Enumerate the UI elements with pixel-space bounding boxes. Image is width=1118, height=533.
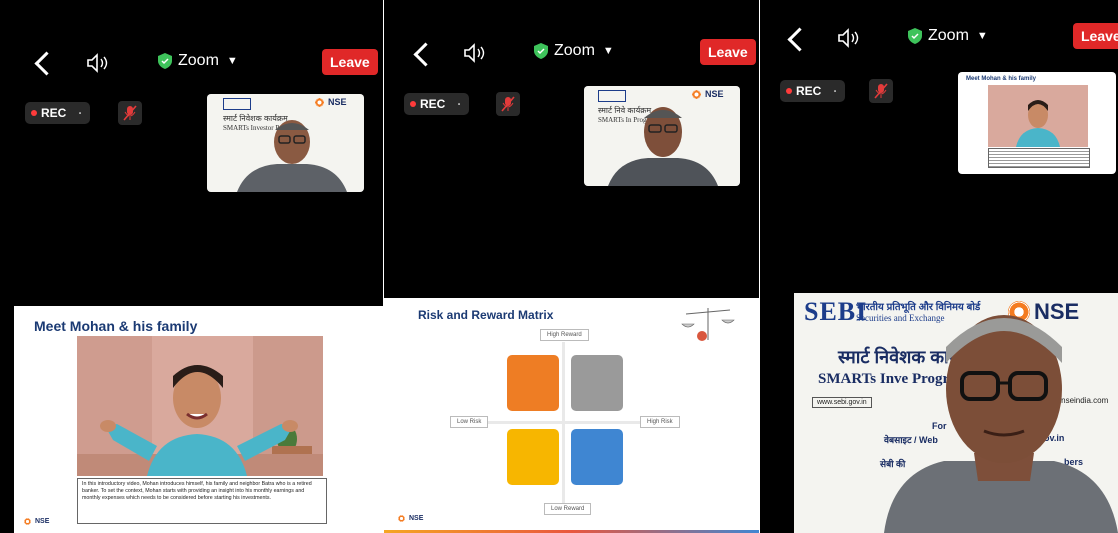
meeting-title-label: Zoom — [928, 27, 969, 44]
presenter-person — [237, 120, 347, 192]
slide-nse-label: NSE — [409, 515, 424, 522]
quadrant-low-risk-low-reward — [507, 429, 559, 485]
shield-icon — [908, 28, 922, 44]
shared-slide: Meet Mohan & his family In this introduc… — [14, 306, 383, 533]
rec-badge[interactable]: REC · — [780, 80, 846, 102]
matrix-horizontal-axis — [474, 421, 654, 424]
nse-label: NSE — [705, 89, 724, 99]
mic-muted-icon — [501, 96, 515, 112]
chevron-down-icon: ▼ — [226, 55, 238, 67]
rec-badge[interactable]: REC · — [25, 102, 91, 124]
presenter-person — [608, 107, 718, 186]
meeting-title[interactable]: Zoom ▼ — [534, 42, 614, 60]
high-risk-label: High Risk — [640, 416, 680, 428]
nse-logo-small: NSE — [315, 97, 347, 107]
url-left: www.sebi.gov.in — [812, 397, 872, 408]
back-icon[interactable] — [787, 27, 812, 52]
scale-icon — [681, 308, 735, 341]
rec-dot-icon — [786, 88, 792, 94]
slide-caption: In this introductory video, Mohan introd… — [77, 478, 327, 524]
participant-video-tile[interactable]: NSE स्मार्ट निवेशक कार्यक्रम SMARTs Inve… — [207, 94, 364, 192]
meeting-panel-1: Zoom ▼ Leave REC · NSE स्मार्ट निवेशक का… — [0, 0, 383, 533]
rec-options-icon: · — [78, 106, 83, 120]
low-reward-label: Low Reward — [544, 503, 592, 515]
zoom-toolbar: Zoom ▼ Leave — [760, 8, 1118, 68]
tile-slide-title: Meet Mohan & his family — [966, 76, 1037, 82]
high-reward-label: High Reward — [540, 329, 589, 341]
back-icon[interactable] — [413, 42, 438, 67]
shared-slide: Risk and Reward Matrix High Reward Low R… — [384, 298, 759, 533]
rec-label: REC — [41, 106, 67, 120]
shared-slide-tile[interactable]: Meet Mohan & his family — [958, 72, 1116, 174]
leave-button[interactable]: Leave — [322, 49, 378, 75]
nse-mark-icon — [24, 518, 31, 525]
slide-nse-logo: NSE — [398, 515, 423, 522]
leave-button[interactable]: Leave — [700, 39, 756, 65]
quadrant-high-risk-high-reward — [571, 355, 623, 411]
rec-options-icon: · — [457, 97, 462, 111]
nse-mark-icon — [692, 89, 701, 99]
quadrant-high-risk-low-reward — [571, 429, 623, 485]
speaker-icon[interactable] — [462, 42, 488, 64]
nse-mark-icon — [315, 97, 324, 107]
meeting-title-label: Zoom — [554, 42, 595, 59]
rec-badge[interactable]: REC · — [404, 93, 470, 115]
meeting-panel-2: Zoom ▼ Leave REC · NSE स्मार्ट निवे कार्… — [384, 0, 759, 533]
speaker-icon[interactable] — [85, 52, 111, 74]
low-risk-label: Low Risk — [450, 416, 489, 428]
rec-label: REC — [796, 84, 822, 98]
slide-nse-logo: NSE — [24, 518, 49, 525]
slide-nse-label: NSE — [35, 518, 50, 525]
slide-title: Risk and Reward Matrix — [418, 308, 554, 322]
mic-muted-button[interactable] — [118, 101, 142, 125]
nse-mark-icon — [398, 515, 405, 522]
zoom-toolbar: Zoom ▼ Leave — [0, 32, 383, 92]
sebi-logo-small — [598, 90, 626, 102]
tile-mohan-illustration — [988, 85, 1088, 147]
meeting-panel-3: Zoom ▼ Leave REC · Meet Mohan & his fami… — [760, 0, 1118, 533]
mic-muted-icon — [123, 105, 137, 121]
chevron-down-icon: ▼ — [976, 30, 988, 42]
rec-dot-icon — [31, 110, 37, 116]
rec-options-icon: · — [833, 84, 838, 98]
shield-icon — [534, 43, 548, 59]
speaker-icon[interactable] — [836, 27, 862, 49]
mic-muted-button[interactable] — [496, 92, 520, 116]
slide-title: Meet Mohan & his family — [34, 318, 198, 334]
mic-muted-button[interactable] — [869, 79, 893, 103]
tile-caption-box — [988, 148, 1090, 168]
quadrant-low-risk-high-reward — [507, 355, 559, 411]
nse-label: NSE — [328, 97, 347, 107]
meeting-title-label: Zoom — [178, 52, 219, 69]
nse-logo-small: NSE — [692, 89, 724, 99]
mic-muted-icon — [874, 83, 888, 99]
meeting-title[interactable]: Zoom ▼ — [158, 52, 238, 70]
leave-button[interactable]: Leave — [1073, 23, 1118, 49]
zoom-toolbar: Zoom ▼ Leave — [384, 22, 759, 82]
rec-label: REC — [420, 97, 446, 111]
chevron-down-icon: ▼ — [602, 45, 614, 57]
participant-video-tile[interactable]: NSE स्मार्ट निवे कार्यक्रम SMARTs In Pro… — [584, 86, 740, 186]
sebi-logo-small — [223, 98, 251, 110]
presenter-camera-view: SEBI भारतीय प्रतिभूति और विनिमय बोर्ड Se… — [794, 293, 1118, 533]
mohan-illustration — [77, 336, 323, 476]
presenter-person — [884, 315, 1118, 533]
shield-icon — [158, 53, 172, 69]
rec-dot-icon — [410, 101, 416, 107]
meeting-title[interactable]: Zoom ▼ — [908, 27, 988, 45]
back-icon[interactable] — [34, 51, 59, 76]
